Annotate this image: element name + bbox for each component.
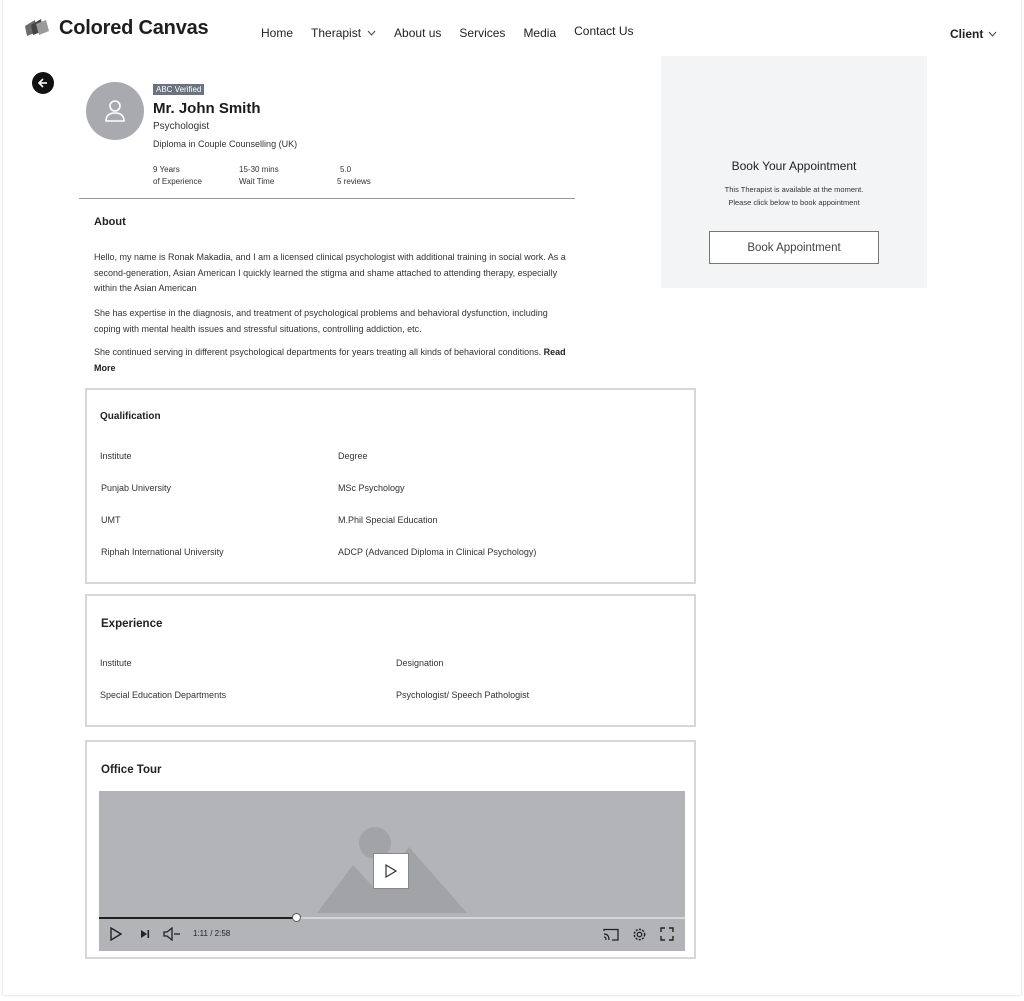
about-paragraph-3-text: She continued serving in different psych… bbox=[94, 347, 542, 357]
verified-badge: ABC Verified bbox=[153, 84, 205, 95]
about-heading: About bbox=[94, 216, 126, 228]
main-nav: Home Therapist About us Services Media C… bbox=[261, 22, 651, 40]
nav-about-label: About us bbox=[394, 26, 442, 40]
play-button[interactable] bbox=[373, 853, 409, 889]
experience-col-designation: Designation bbox=[396, 658, 444, 668]
nav-media[interactable]: Media bbox=[523, 26, 556, 40]
qualification-heading: Qualification bbox=[100, 411, 161, 422]
play-icon bbox=[385, 864, 397, 878]
stat-label: of Experience bbox=[153, 177, 202, 186]
nav-about[interactable]: About us bbox=[394, 26, 441, 40]
stat-experience: 9 Years of Experience bbox=[153, 164, 202, 188]
logo-icon[interactable] bbox=[23, 18, 51, 38]
seek-bar[interactable] bbox=[99, 913, 685, 922]
book-appointment-button[interactable]: Book Appointment bbox=[709, 231, 879, 264]
nav-home-label: Home bbox=[261, 26, 294, 40]
avatar bbox=[86, 82, 144, 140]
chevron-down-icon bbox=[367, 30, 376, 36]
stat-label: Wait Time bbox=[239, 177, 275, 186]
seek-bar-progress bbox=[99, 917, 296, 919]
client-label: Client bbox=[950, 27, 984, 41]
nav-contact[interactable]: Contact Us bbox=[574, 22, 633, 40]
brand-name[interactable]: Colored Canvas bbox=[59, 17, 209, 40]
therapist-diploma: Diploma in Couple Counselling (UK) bbox=[153, 139, 298, 149]
stat-wait-time: 15-30 mins Wait Time bbox=[239, 164, 279, 188]
stat-reviews: 5.0 5 reviews bbox=[337, 164, 371, 188]
booking-line-2: Please click below to book appointment bbox=[728, 198, 860, 207]
table-row: Special Education Departments bbox=[100, 690, 227, 700]
experience-card: Experience Institute Designation Special… bbox=[85, 594, 696, 727]
arrow-left-icon bbox=[37, 78, 47, 88]
skip-next-icon bbox=[141, 930, 150, 938]
fullscreen-control[interactable] bbox=[658, 925, 676, 943]
volume-control[interactable] bbox=[163, 925, 181, 943]
qualification-col-institute: Institute bbox=[100, 451, 132, 461]
nav-media-label: Media bbox=[523, 26, 557, 40]
therapist-role: Psychologist bbox=[153, 121, 210, 132]
stat-label: 5 reviews bbox=[337, 177, 371, 186]
volume-muted-icon bbox=[163, 927, 180, 941]
table-row: M.Phil Special Education bbox=[338, 515, 438, 525]
booking-subtitle: This Therapist is available at the momen… bbox=[661, 183, 927, 209]
divider bbox=[79, 198, 575, 199]
play-icon bbox=[110, 927, 122, 941]
table-row: ADCP (Advanced Diploma in Clinical Psych… bbox=[338, 547, 537, 557]
nav-therapist[interactable]: Therapist bbox=[311, 26, 376, 40]
next-control[interactable] bbox=[136, 925, 154, 943]
play-control[interactable] bbox=[107, 925, 125, 943]
about-paragraph-2: She has expertise in the diagnosis, and … bbox=[94, 308, 548, 334]
about-paragraph-1: Hello, my name is Ronak Makadia, and I a… bbox=[94, 252, 566, 293]
about-paragraph-3: She continued serving in different psych… bbox=[94, 345, 574, 376]
qualification-card: Qualification Institute Degree Punjab Un… bbox=[85, 388, 696, 584]
nav-services[interactable]: Services bbox=[459, 26, 505, 40]
booking-panel: Book Your Appointment This Therapist is … bbox=[661, 56, 927, 288]
booking-title: Book Your Appointment bbox=[731, 159, 857, 173]
cast-icon bbox=[603, 928, 619, 941]
nav-home[interactable]: Home bbox=[261, 26, 293, 40]
fullscreen-icon bbox=[660, 927, 674, 941]
office-tour-heading: Office Tour bbox=[101, 764, 162, 776]
stat-value: 15-30 mins bbox=[239, 165, 279, 174]
stat-value: 5.0 bbox=[340, 165, 352, 174]
experience-col-institute: Institute bbox=[100, 658, 132, 668]
seek-bar-handle[interactable] bbox=[291, 913, 301, 922]
cast-control[interactable] bbox=[602, 925, 620, 943]
chevron-down-icon bbox=[988, 31, 997, 37]
stat-value: 9 Years bbox=[153, 165, 180, 174]
table-row: MSc Psychology bbox=[338, 483, 405, 493]
gear-icon bbox=[633, 928, 645, 940]
table-row: Punjab University bbox=[101, 483, 172, 493]
page: Colored Canvas Home Therapist About us S… bbox=[3, 0, 1021, 995]
experience-heading: Experience bbox=[101, 618, 163, 630]
video-time: 1:11 / 2:58 bbox=[193, 929, 231, 938]
booking-line-1: This Therapist is available at the momen… bbox=[724, 185, 864, 194]
table-row: Psychologist/ Speech Pathologist bbox=[396, 690, 530, 700]
table-row: UMT bbox=[101, 515, 121, 525]
nav-therapist-label: Therapist bbox=[311, 26, 362, 40]
nav-services-label: Services bbox=[459, 26, 506, 40]
video-player[interactable]: 1:11 / 2:58 bbox=[99, 791, 685, 951]
qualification-col-degree: Degree bbox=[338, 451, 368, 461]
user-icon bbox=[105, 100, 125, 122]
table-row: Riphah International University bbox=[101, 547, 224, 557]
nav-contact-label: Contact Us bbox=[574, 24, 634, 38]
settings-control[interactable] bbox=[630, 925, 648, 943]
therapist-name: Mr. John Smith bbox=[153, 100, 261, 117]
client-menu[interactable]: Client bbox=[950, 27, 997, 41]
back-button[interactable] bbox=[32, 72, 54, 94]
